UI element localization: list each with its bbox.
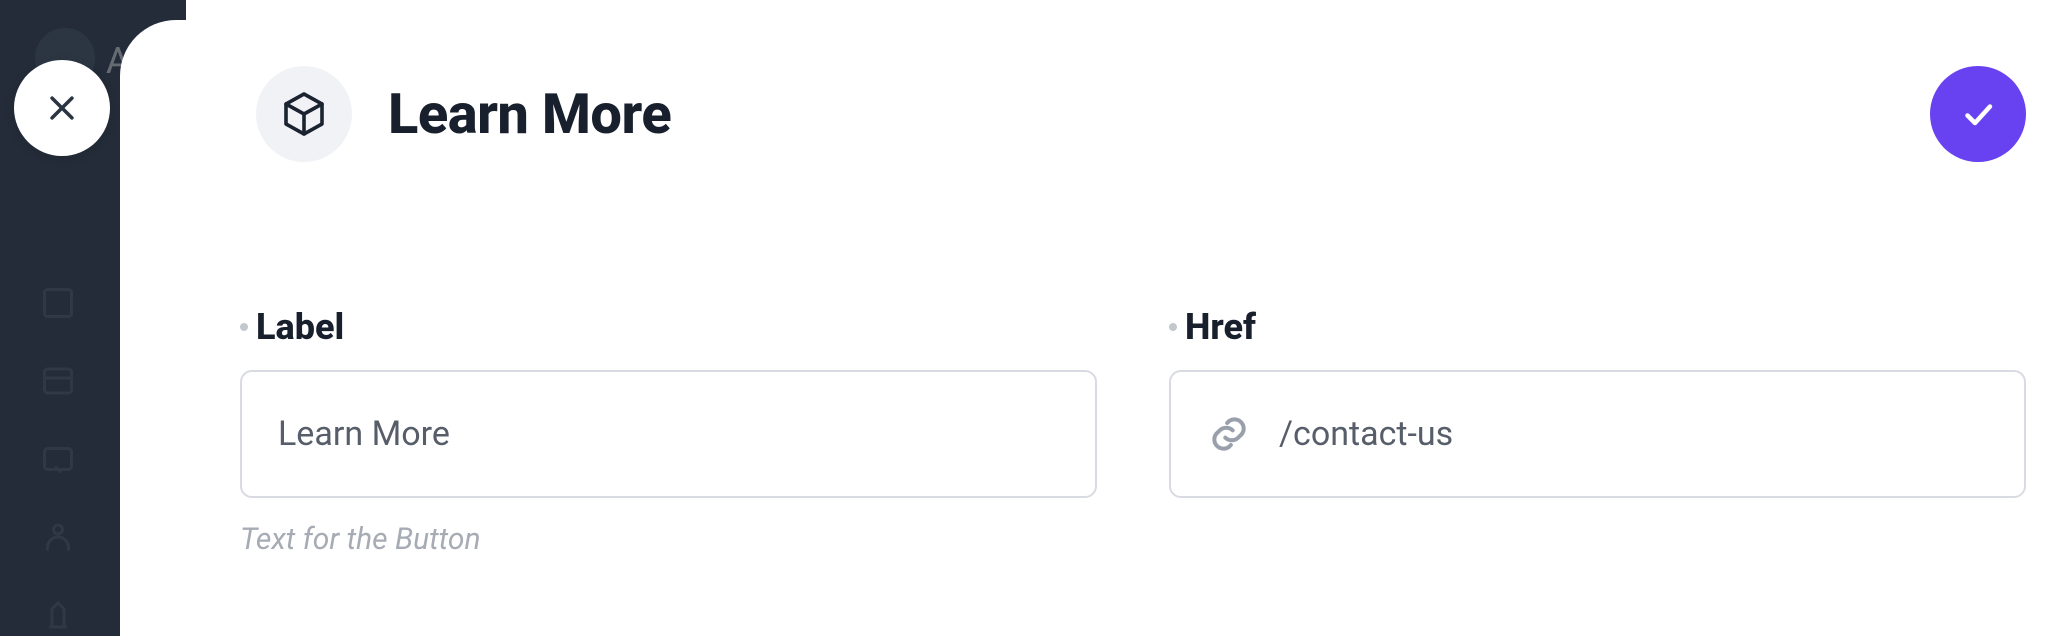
label-field: Label Text for the Button: [240, 306, 1097, 557]
cube-icon: [280, 90, 328, 138]
page-title: Learn More: [388, 81, 671, 147]
required-dot: [1169, 323, 1177, 331]
close-button[interactable]: [14, 60, 110, 156]
edit-modal: Learn More Label Text for the Button: [120, 20, 2066, 636]
label-help-text: Text for the Button: [240, 522, 1097, 557]
href-field-label: Href: [1185, 306, 1256, 348]
confirm-button[interactable]: [1930, 66, 2026, 162]
link-icon: [1207, 412, 1251, 456]
href-input[interactable]: [1279, 414, 1988, 454]
label-field-label: Label: [256, 306, 344, 348]
required-dot: [240, 323, 248, 331]
href-field-header: Href: [1169, 306, 2026, 348]
check-icon: [1960, 96, 1996, 132]
close-icon: [45, 91, 79, 125]
modal-header: Learn More: [256, 66, 2026, 162]
href-field: Href: [1169, 306, 2026, 557]
label-input-wrap: [240, 370, 1097, 498]
href-input-wrap: [1169, 370, 2026, 498]
component-icon-wrap: [256, 66, 352, 162]
label-field-header: Label: [240, 306, 1097, 348]
label-input[interactable]: [278, 414, 1059, 454]
form-area: Label Text for the Button Href: [240, 306, 2026, 557]
